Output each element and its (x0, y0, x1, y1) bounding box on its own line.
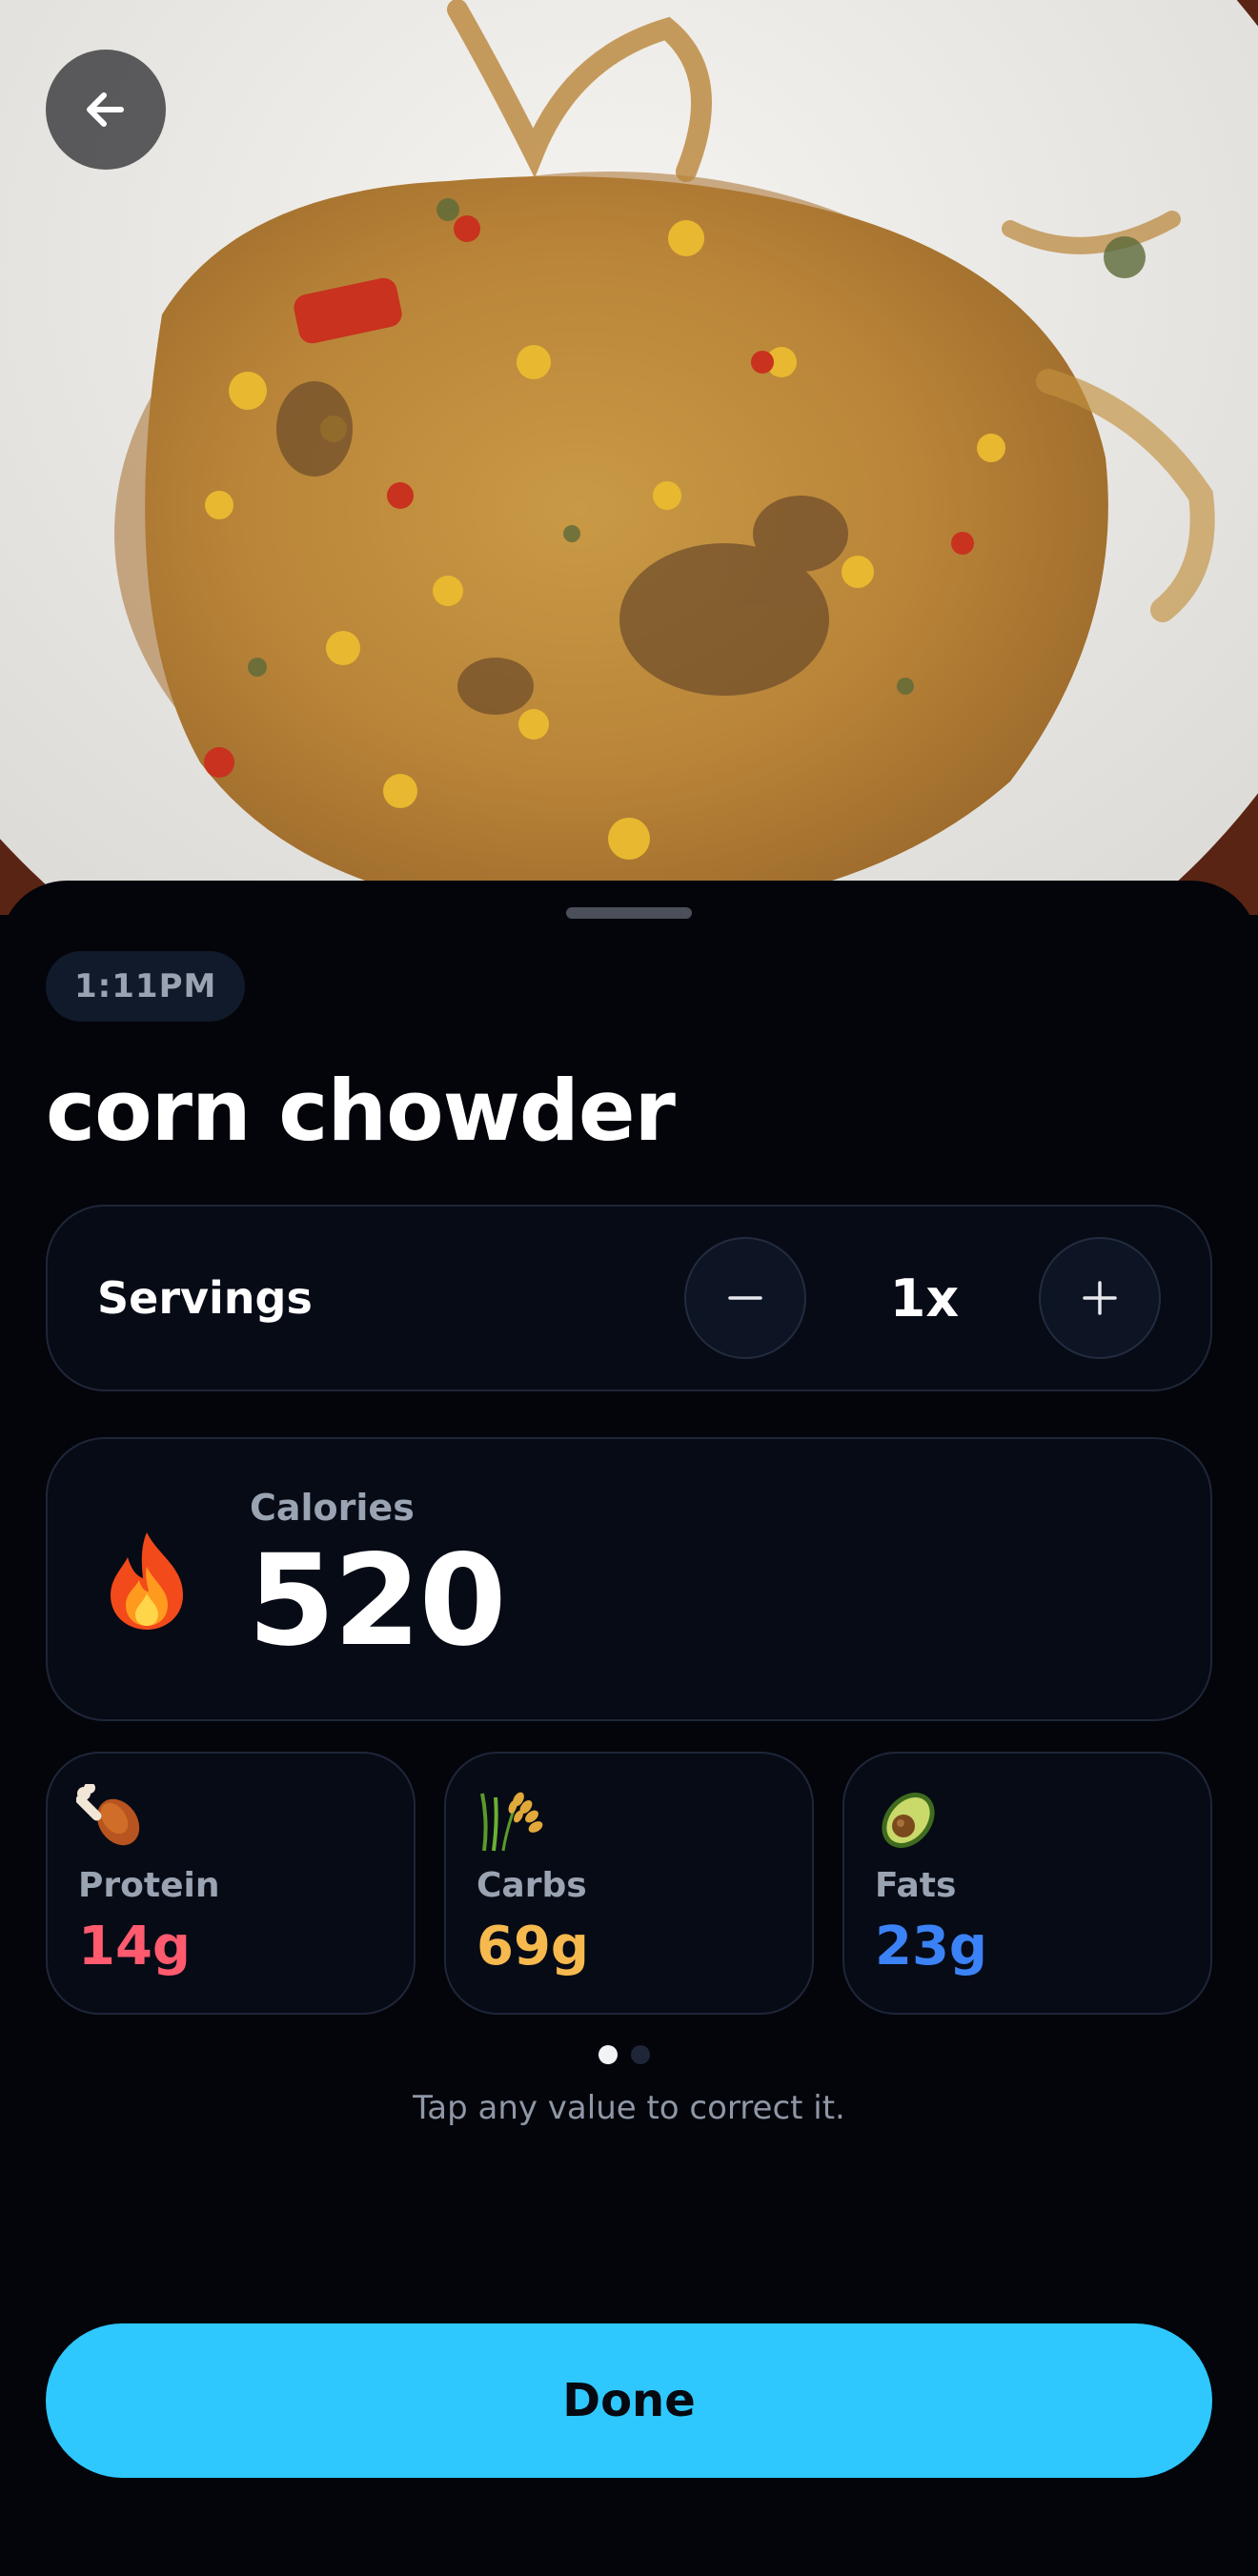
decrement-servings-button[interactable] (684, 1237, 806, 1359)
arrow-left-icon (87, 92, 124, 127)
meal-time-badge: 1:11PM (46, 951, 246, 1022)
page-dot-active[interactable] (599, 2045, 618, 2064)
protein-value[interactable]: 14g (78, 1916, 191, 1978)
carbs-value[interactable]: 69g (477, 1916, 589, 1978)
calories-value[interactable]: 520 (248, 1531, 507, 1671)
sheet-drag-handle[interactable] (566, 907, 692, 919)
carbs-card[interactable]: Carbs 69g (444, 1752, 814, 2015)
protein-label: Protein (78, 1866, 220, 1905)
increment-servings-button[interactable] (1039, 1237, 1161, 1359)
servings-label: Servings (97, 1272, 313, 1324)
grain-icon (480, 1792, 543, 1852)
correction-hint: Tap any value to correct it. (413, 2089, 845, 2127)
fats-card[interactable]: Fats 23g (842, 1752, 1212, 2015)
meal-photo (0, 0, 1258, 915)
calories-label: Calories (250, 1487, 415, 1529)
carbs-label: Carbs (477, 1866, 587, 1905)
fats-value[interactable]: 23g (875, 1916, 987, 1978)
meal-title[interactable]: corn chowder (46, 1062, 676, 1160)
calories-card[interactable]: Calories 520 (46, 1437, 1212, 1721)
meal-detail-sheet: 1:11PM corn chowder Servings 1x Calories… (0, 881, 1258, 2576)
done-button-label: Done (562, 2374, 696, 2427)
drumstick-icon (76, 1784, 140, 1846)
meal-time-text: 1:11PM (74, 967, 217, 1005)
minus-icon (728, 1296, 762, 1300)
avocado-icon (882, 1793, 935, 1848)
fire-icon (111, 1532, 183, 1630)
servings-card: Servings 1x (46, 1205, 1212, 1391)
done-button[interactable]: Done (46, 2323, 1212, 2478)
protein-card[interactable]: Protein 14g (46, 1752, 416, 2015)
servings-value[interactable]: 1x (867, 1207, 982, 1389)
page-indicator[interactable] (599, 2045, 650, 2064)
back-button[interactable] (46, 50, 166, 170)
plus-icon (1083, 1281, 1117, 1315)
fats-label: Fats (875, 1866, 957, 1905)
food-photo-image (0, 0, 1258, 915)
page-dot[interactable] (631, 2045, 650, 2064)
